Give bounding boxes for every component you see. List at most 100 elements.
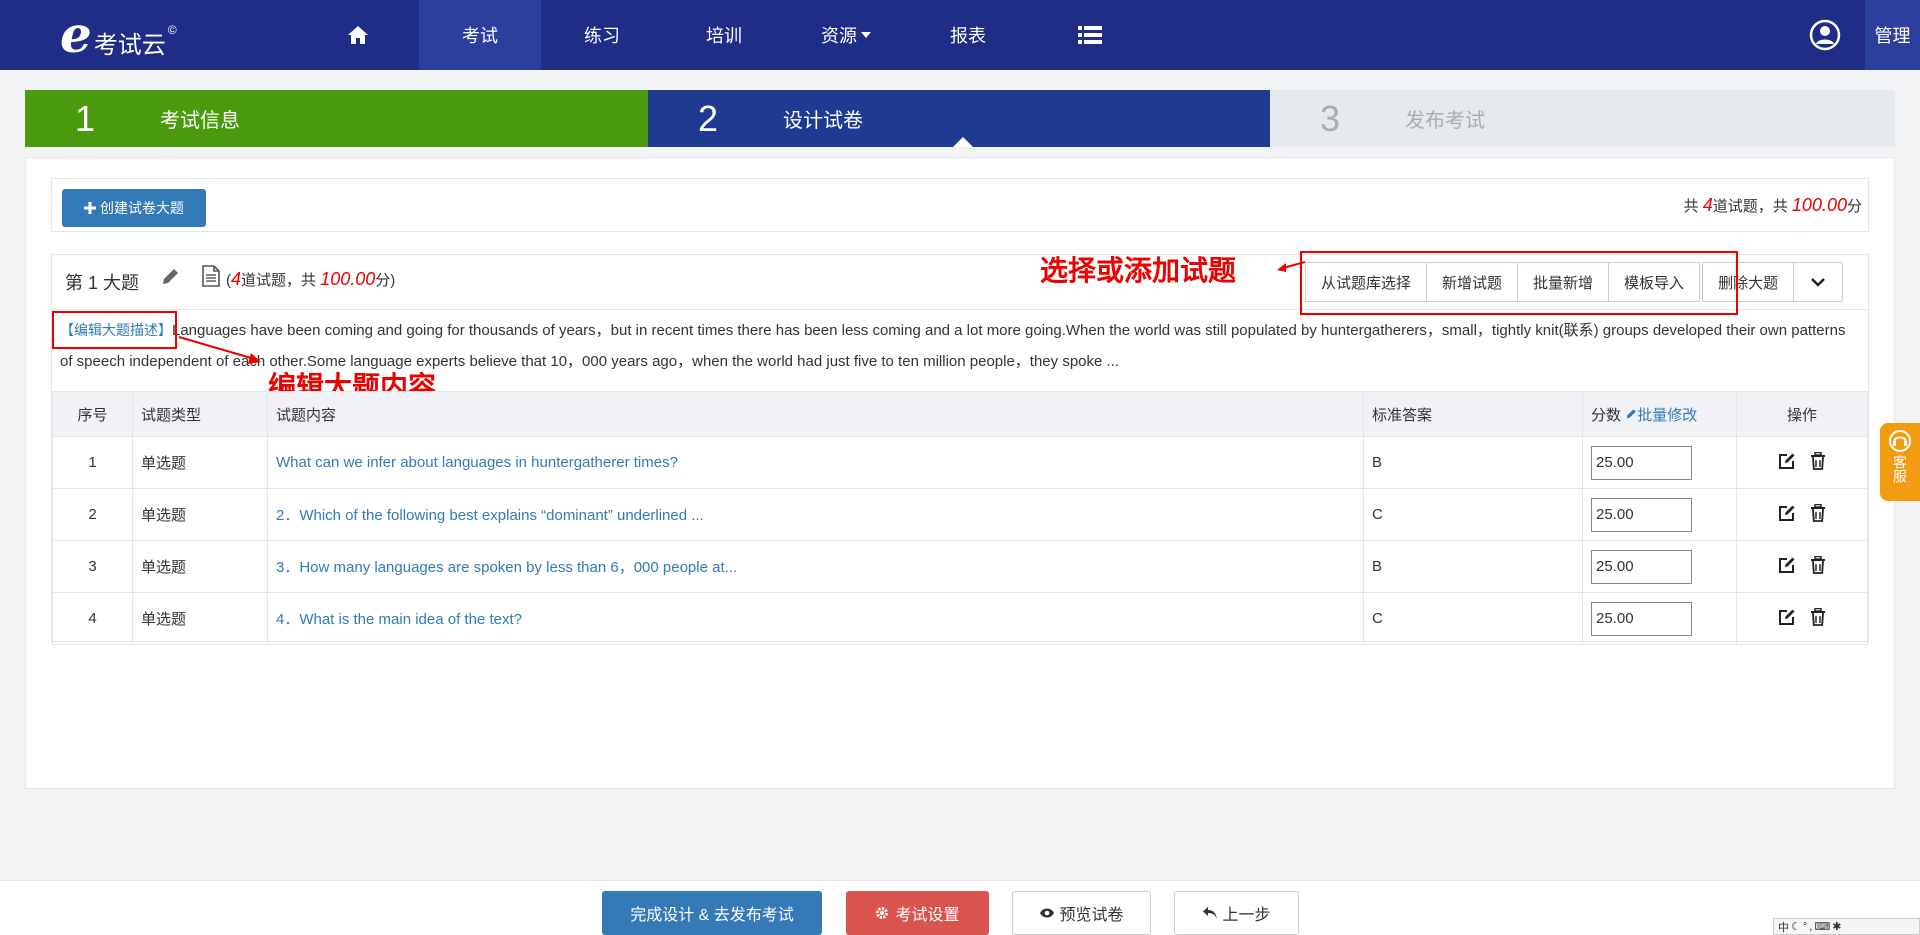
row-answer: C	[1363, 592, 1583, 645]
section-dropdown-button[interactable]	[1793, 262, 1844, 302]
chevron-down-icon	[861, 32, 871, 38]
nav-reports[interactable]: 报表	[907, 0, 1029, 70]
list-icon	[1078, 26, 1102, 44]
section-count-num: 4	[231, 269, 242, 289]
eye-icon	[1040, 908, 1055, 918]
table-row: 3 单选题 3．How many languages are spoken by…	[52, 540, 1868, 593]
edit-icon	[1778, 453, 1795, 469]
table-row: 4 单选题 4．What is the main idea of the tex…	[52, 592, 1868, 645]
customer-service-button[interactable]: 客服	[1880, 423, 1920, 501]
delete-question-button[interactable]	[1810, 555, 1826, 578]
col-score-label: 分数	[1591, 406, 1622, 424]
finish-design-button[interactable]: 完成设计 & 去发布考试	[602, 891, 822, 935]
edit-question-button[interactable]	[1778, 504, 1796, 526]
row-no: 1	[52, 436, 133, 489]
step-number: 2	[697, 97, 718, 139]
question-link[interactable]: 4．What is the main idea of the text?	[276, 611, 522, 628]
exam-settings-button[interactable]: 考试设置	[846, 891, 989, 935]
nav-manage[interactable]: 管理	[1865, 0, 1920, 70]
delete-question-button[interactable]	[1810, 451, 1826, 474]
preview-paper-button[interactable]: 预览试卷	[1012, 891, 1151, 935]
delete-question-button[interactable]	[1810, 503, 1826, 526]
preview-paper-label: 预览试卷	[1059, 907, 1124, 924]
score-input[interactable]	[1591, 445, 1692, 480]
trash-icon	[1811, 503, 1826, 522]
total-mid: 道试题，共	[1712, 198, 1788, 215]
logo[interactable]: e 考试云 ©	[60, 10, 177, 60]
annotation-arrow-icon	[178, 336, 261, 364]
section-count-close: 分)	[375, 272, 396, 289]
annotation-highlight-box	[52, 311, 177, 349]
nav-training[interactable]: 培训	[663, 0, 785, 70]
user-avatar[interactable]	[1800, 0, 1850, 70]
row-ops	[1736, 436, 1868, 489]
row-score	[1582, 592, 1737, 645]
edit-icon	[1778, 609, 1795, 625]
row-no: 2	[52, 488, 133, 541]
total-prefix: 共	[1683, 198, 1699, 215]
edit-title-button[interactable]	[160, 267, 180, 291]
ime-toolbar[interactable]: 中 ☾ °, ⌨ ✱	[1773, 918, 1920, 935]
question-link[interactable]: What can we infer about languages in hun…	[276, 454, 678, 471]
col-no: 序号	[52, 391, 133, 437]
edit-question-button[interactable]	[1778, 556, 1796, 578]
col-type: 试题类型	[132, 391, 268, 437]
keyboard-icon: ⌨	[1814, 921, 1833, 933]
ime-mode-label: 中	[1778, 921, 1791, 934]
nav-training-label: 培训	[706, 26, 742, 46]
score-input[interactable]	[1591, 497, 1692, 532]
nav-more[interactable]	[1029, 0, 1151, 70]
col-answer: 标准答案	[1363, 391, 1583, 437]
table-row: 2 单选题 2．Which of the following best expl…	[52, 488, 1868, 541]
logo-text: 考试云	[93, 31, 166, 59]
step-design-paper[interactable]: 2 设计试卷	[648, 90, 1270, 147]
score-input[interactable]	[1591, 549, 1692, 584]
delete-question-button[interactable]	[1810, 607, 1826, 630]
step-publish[interactable]: 3 发布考试	[1270, 90, 1895, 147]
step-label: 考试信息	[160, 110, 240, 132]
question-link[interactable]: 2．Which of the following best explains “…	[276, 507, 704, 524]
row-score	[1582, 488, 1737, 541]
edit-question-button[interactable]	[1778, 608, 1796, 630]
question-link[interactable]: 3．How many languages are spoken by less …	[276, 559, 737, 576]
nav-home[interactable]	[297, 0, 419, 70]
chevron-down-icon	[1811, 278, 1825, 287]
row-no: 4	[52, 592, 133, 645]
section-count-mid: 道试题，共	[241, 272, 317, 289]
logo-mark: e	[60, 5, 92, 64]
row-score	[1582, 436, 1737, 489]
row-answer: B	[1363, 436, 1583, 489]
nav-practice[interactable]: 练习	[541, 0, 663, 70]
nav-exam[interactable]: 考试	[419, 0, 541, 70]
active-step-indicator	[953, 137, 973, 147]
batch-edit-label: 批量修改	[1637, 406, 1698, 424]
step-exam-info[interactable]: 1 考试信息	[25, 90, 648, 147]
nav-manage-label: 管理	[1874, 26, 1911, 46]
edit-icon	[1778, 557, 1795, 573]
logo-copyright: ©	[167, 23, 177, 37]
previous-step-label: 上一步	[1222, 907, 1271, 924]
wizard-steps: 1 考试信息 2 设计试卷 3 发布考试	[25, 90, 1895, 147]
nav-resources-label: 资源	[821, 26, 857, 46]
user-icon	[1809, 19, 1841, 51]
row-type: 单选题	[132, 488, 268, 541]
row-answer: B	[1363, 540, 1583, 593]
batch-edit-link[interactable]: 批量修改	[1625, 407, 1697, 424]
settings-icon: ✱	[1832, 921, 1844, 933]
nav-resources[interactable]: 资源	[785, 0, 907, 70]
top-navbar: e 考试云 © 考试 练习 培训 资源 报表 管理	[0, 0, 1920, 70]
nav-reports-label: 报表	[950, 26, 986, 46]
trash-icon	[1811, 451, 1826, 470]
main-panel: 创建试卷大题 共 4道试题，共 100.00分 第 1 大题 (4道试题，共 1…	[25, 157, 1895, 789]
row-content: 2．Which of the following best explains “…	[267, 488, 1364, 541]
total-score: 100.00	[1791, 195, 1847, 215]
paper-toolbar: 创建试卷大题 共 4道试题，共 100.00分	[51, 178, 1869, 232]
score-input[interactable]	[1591, 601, 1692, 636]
step-number: 3	[1319, 97, 1340, 139]
previous-step-button[interactable]: 上一步	[1174, 891, 1299, 935]
annotation-add-questions: 选择或添加试题	[1040, 254, 1237, 287]
description-text: Languages have been coming and going for…	[60, 322, 1846, 370]
row-type: 单选题	[132, 540, 268, 593]
edit-question-button[interactable]	[1778, 452, 1796, 474]
create-section-button[interactable]: 创建试卷大题	[62, 189, 206, 227]
